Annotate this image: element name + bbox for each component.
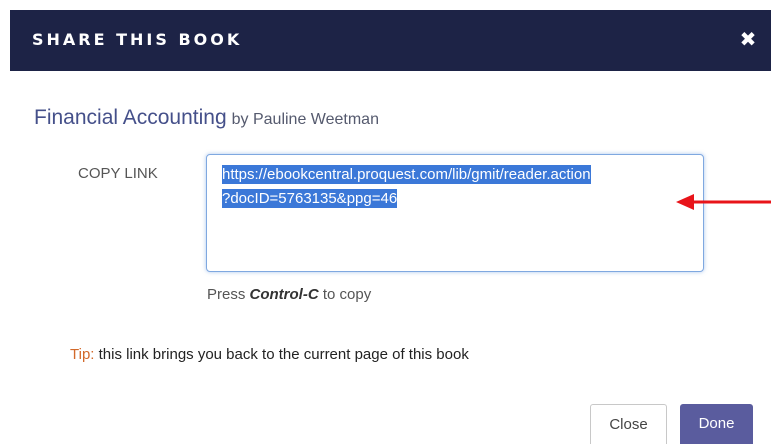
share-book-dialog: SHARE THIS BOOK ✖ Financial Accounting by… bbox=[0, 0, 771, 444]
done-button[interactable]: Done bbox=[680, 404, 753, 444]
hint-prefix: Press bbox=[207, 286, 250, 303]
tip-label: Tip: bbox=[70, 346, 95, 363]
copy-link-textarea[interactable]: https://ebookcentral.proquest.com/lib/gm… bbox=[206, 154, 704, 272]
tip-body: this link brings you back to the current… bbox=[94, 346, 469, 363]
copy-link-label: COPY LINK bbox=[78, 165, 158, 182]
hint-suffix: to copy bbox=[318, 286, 372, 303]
tip-text: Tip: this link brings you back to the cu… bbox=[70, 345, 469, 365]
close-button[interactable]: Close bbox=[590, 404, 667, 444]
link-url-line-1: https://ebookcentral.proquest.com/lib/gm… bbox=[222, 165, 591, 184]
book-title: Financial Accounting bbox=[34, 106, 227, 129]
dialog-header: SHARE THIS BOOK ✖ bbox=[10, 10, 771, 71]
book-info: Financial Accounting by Pauline Weetman bbox=[34, 105, 379, 133]
book-author: by Pauline Weetman bbox=[231, 111, 379, 128]
red-arrow-icon bbox=[676, 194, 771, 210]
close-icon[interactable]: ✖ bbox=[737, 28, 759, 50]
link-url-line-2: ?docID=5763135&ppg=46 bbox=[222, 189, 398, 208]
hint-key: Control-C bbox=[249, 286, 319, 303]
copy-hint: Press Control-C to copy bbox=[207, 285, 371, 305]
dialog-title: SHARE THIS BOOK bbox=[32, 30, 243, 49]
